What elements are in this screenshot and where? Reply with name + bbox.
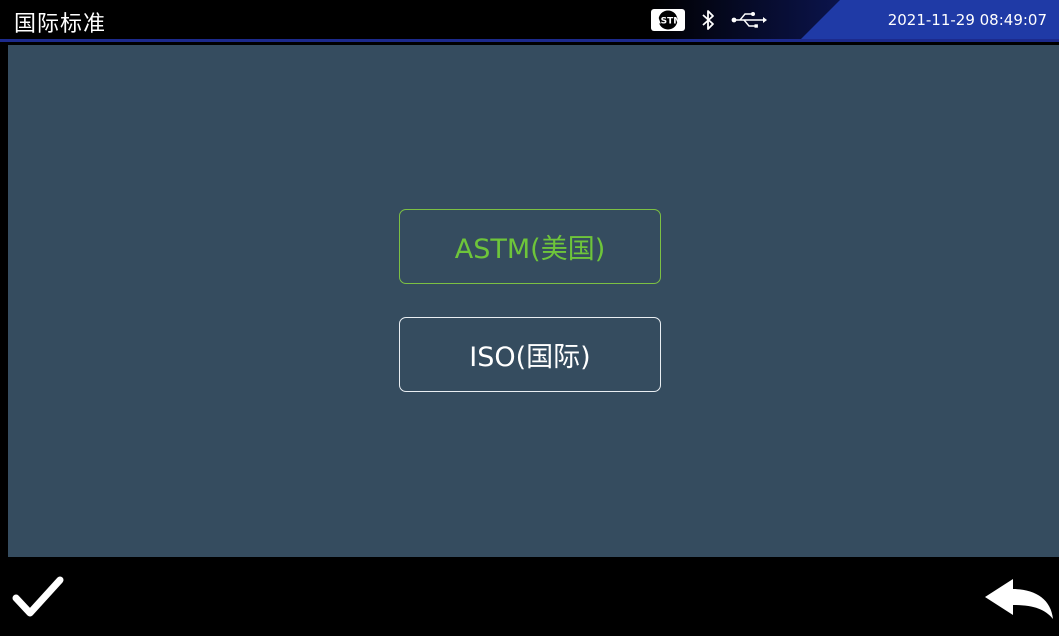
usb-icon <box>731 12 767 28</box>
bottom-bar <box>0 557 1059 636</box>
bluetooth-icon <box>702 10 714 30</box>
svg-text:ASTM: ASTM <box>654 17 683 27</box>
screen: 国际标准 ASTM 2021-11-29 08:49:07 ASTM(美国) I… <box>0 0 1059 636</box>
checkmark-icon[interactable] <box>12 573 64 621</box>
return-arrow-icon[interactable] <box>983 577 1055 621</box>
iso-standard-label: ISO(国际) <box>469 342 591 373</box>
astm-standard-button[interactable]: ASTM(美国) <box>399 209 661 284</box>
page-title: 国际标准 <box>14 12 107 37</box>
main-panel: ASTM(美国) ISO(国际) <box>8 45 1059 557</box>
astm-logo-icon: ASTM <box>651 9 685 31</box>
datetime-display: 2021-11-29 08:49:07 <box>887 11 1047 29</box>
astm-standard-label: ASTM(美国) <box>454 234 606 265</box>
status-bar: 国际标准 ASTM 2021-11-29 08:49:07 <box>0 0 1059 42</box>
status-icons: ASTM <box>650 8 768 32</box>
iso-standard-button[interactable]: ISO(国际) <box>399 317 661 392</box>
